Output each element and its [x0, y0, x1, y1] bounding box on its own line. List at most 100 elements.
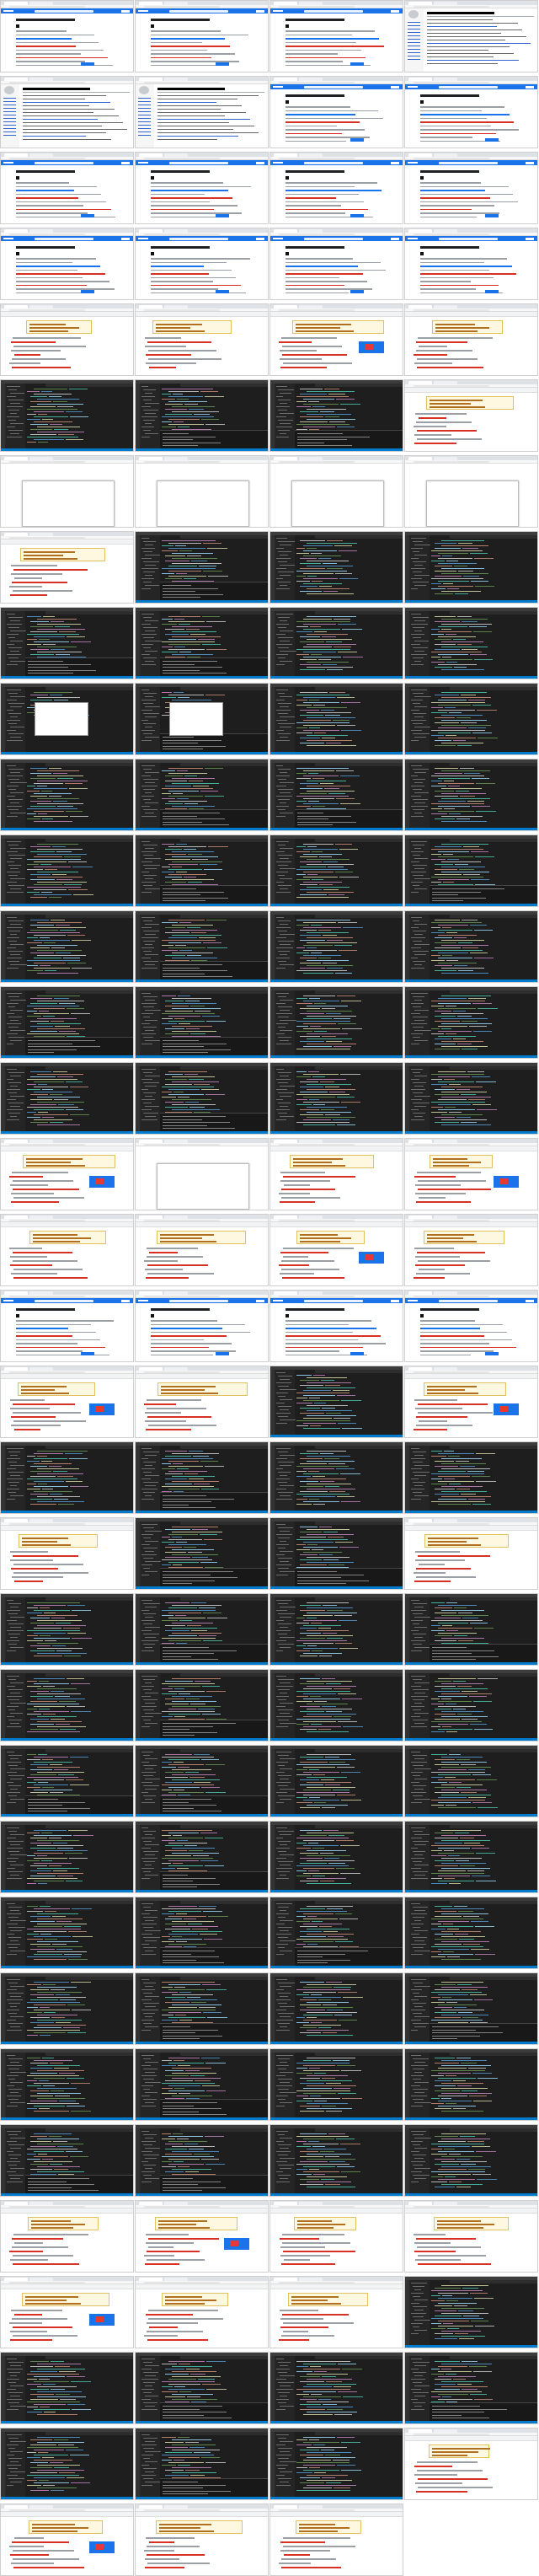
file-tree-item — [280, 858, 290, 859]
file-tree-item — [411, 1650, 422, 1651]
code-line — [34, 416, 68, 418]
code-token — [200, 791, 219, 792]
code-line — [296, 851, 310, 853]
divider — [427, 16, 534, 17]
code-token — [57, 806, 74, 808]
code-line — [30, 1764, 48, 1766]
code-line — [37, 922, 82, 924]
text-line — [414, 1176, 456, 1178]
form-toolbar — [1, 1146, 133, 1151]
screenshot-frame — [404, 228, 538, 300]
explorer-sidebar — [140, 1066, 161, 1131]
code-line — [303, 1997, 341, 1999]
code-line — [303, 1046, 333, 1048]
text-line — [10, 565, 57, 566]
code-token — [41, 1860, 53, 1862]
screenshot-frame — [270, 910, 403, 983]
code-line — [303, 1726, 341, 1728]
file-tree-item — [10, 792, 24, 793]
code-line — [37, 1648, 83, 1650]
code-line — [34, 1114, 69, 1116]
code-token — [475, 783, 496, 785]
code-line — [172, 778, 215, 780]
code-line — [162, 1767, 176, 1768]
file-tree-item — [413, 1947, 424, 1948]
file-tree-item — [414, 888, 427, 889]
code-token — [327, 1638, 344, 1640]
code-line — [303, 1772, 339, 1774]
code-line — [27, 1079, 78, 1081]
editor-tab — [295, 1825, 315, 1828]
code-line — [37, 2025, 87, 2026]
file-tree-item — [143, 779, 158, 780]
editor-tab — [295, 990, 315, 994]
url-field — [144, 1296, 220, 1297]
blank-page-card — [426, 480, 519, 527]
file-tree-item — [414, 802, 425, 803]
code-line — [438, 1499, 467, 1500]
code-line — [27, 1107, 79, 1108]
code-line — [300, 861, 322, 863]
file-tree-item — [411, 861, 420, 862]
code-line — [27, 1607, 38, 1609]
code-line — [438, 581, 469, 582]
site-logo — [138, 238, 148, 239]
code-token — [333, 1018, 350, 1020]
code-line — [307, 1714, 357, 1715]
code-line — [34, 940, 70, 942]
code-line — [34, 1458, 68, 1460]
file-tree-item — [411, 1979, 426, 1980]
code-line — [300, 1784, 324, 1786]
code-token — [474, 586, 494, 588]
code-line — [296, 874, 307, 876]
code-token — [337, 1423, 356, 1425]
code-token — [326, 1610, 343, 1612]
code-token — [444, 1079, 456, 1081]
code-line — [300, 1114, 324, 1116]
code-line — [438, 1724, 468, 1725]
browser-viewport — [405, 464, 537, 527]
code-token — [64, 1853, 83, 1854]
file-tree-item — [278, 875, 286, 876]
code-line — [438, 654, 468, 656]
file-tree-item — [278, 410, 287, 411]
code-token — [339, 1648, 359, 1650]
code-editor — [296, 692, 400, 750]
editor-tab — [430, 763, 450, 766]
code-token — [58, 2073, 75, 2074]
notice-text — [26, 1162, 72, 1163]
file-tree-item — [413, 1785, 427, 1786]
example-image-accent — [499, 1406, 508, 1412]
file-tree-item — [414, 1996, 427, 1997]
code-token — [322, 935, 337, 936]
code-line — [435, 571, 457, 572]
browser-viewport — [136, 464, 268, 527]
page-title — [16, 170, 75, 173]
code-token — [184, 404, 198, 405]
code-line — [307, 1562, 355, 1564]
text-line — [420, 208, 472, 210]
code-line — [162, 1987, 173, 1988]
text-line — [420, 1323, 503, 1325]
text-line — [151, 49, 207, 51]
screenshot-frame — [135, 455, 269, 528]
code-token — [460, 1764, 476, 1766]
code-line — [296, 1375, 312, 1377]
code-line — [30, 1865, 48, 1867]
file-tree-item — [145, 858, 161, 859]
sidebar-link — [138, 108, 151, 109]
browser-viewport — [1, 1222, 133, 1285]
code-token — [176, 1941, 188, 1943]
editor-tab — [160, 611, 180, 614]
notice-text — [160, 1241, 216, 1242]
code-line — [168, 1764, 204, 1766]
text-line — [280, 1189, 335, 1190]
file-tree-item — [413, 1689, 429, 1690]
file-tree-item — [141, 624, 151, 625]
code-token — [56, 851, 72, 853]
url-field — [414, 1371, 489, 1373]
code-line — [296, 773, 307, 775]
code-token — [457, 942, 473, 944]
code-line — [438, 1848, 470, 1849]
code-line — [296, 2022, 310, 2024]
